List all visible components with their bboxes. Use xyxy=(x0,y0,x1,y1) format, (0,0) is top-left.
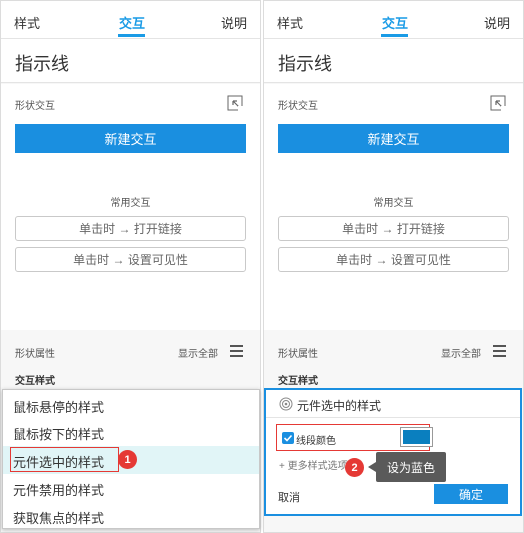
show-all-link[interactable]: 显示全部 xyxy=(178,345,218,360)
shape-interaction-label: 形状交互 xyxy=(15,101,55,112)
color-swatch-fill xyxy=(403,430,430,444)
shape-properties-header: 形状属性 显示全部 xyxy=(1,331,260,361)
new-interaction-button[interactable]: 新建交互 xyxy=(15,124,246,153)
click-open-link-button[interactable]: 单击时 → 打开链接 xyxy=(278,216,509,241)
expand-icon[interactable] xyxy=(227,95,243,111)
click-set-visibility-button[interactable]: 单击时 → 设置可见性 xyxy=(15,247,246,272)
tab-interaction[interactable]: 交互 xyxy=(119,13,145,32)
tab-notes[interactable]: 说明 xyxy=(221,13,247,32)
line-color-checkbox[interactable] xyxy=(282,432,294,444)
menu-icon[interactable] xyxy=(493,345,506,357)
expand-icon[interactable] xyxy=(490,95,506,111)
check-icon xyxy=(283,434,293,442)
click-open-link-button[interactable]: 单击时 → 打开链接 xyxy=(15,216,246,241)
divider xyxy=(266,417,520,418)
shape-interaction-label: 形状交互 xyxy=(278,101,318,112)
confirm-button[interactable]: 确定 xyxy=(434,484,508,504)
interaction-style-label: 交互样式 xyxy=(15,376,55,387)
dropdown-item-hover[interactable]: 鼠标悬停的样式 xyxy=(3,391,259,419)
tab-bar: 样式 交互 说明 xyxy=(1,1,260,39)
click-set-visibility-button[interactable]: 单击时 → 设置可见性 xyxy=(278,247,509,272)
show-all-link[interactable]: 显示全部 xyxy=(441,345,481,360)
active-tab-indicator xyxy=(381,34,408,37)
line-color-swatch[interactable] xyxy=(400,427,433,447)
tooltip-set-blue: 设为蓝色 xyxy=(376,452,446,482)
shape-interaction-section: 形状交互 新建交互 常用交互 单击时 → 打开链接 单击时 → 设置可见性 xyxy=(1,84,260,330)
common-interactions-label: 常用交互 xyxy=(110,198,151,209)
new-interaction-button[interactable]: 新建交互 xyxy=(278,124,509,153)
dropdown-item-focus[interactable]: 获取焦点的样式 xyxy=(3,502,259,530)
page-title: 指示线 xyxy=(264,39,523,83)
shape-properties-header: 形状属性 显示全部 xyxy=(264,331,523,361)
page-title: 指示线 xyxy=(1,39,260,83)
target-icon xyxy=(279,397,293,411)
cancel-button[interactable]: 取消 xyxy=(278,489,300,505)
step-badge-1: 1 xyxy=(118,450,137,469)
common-interactions-label: 常用交互 xyxy=(373,198,414,209)
tab-notes[interactable]: 说明 xyxy=(484,13,510,32)
tooltip-arrow xyxy=(368,462,376,472)
shape-interaction-section: 形状交互 新建交互 常用交互 单击时 → 打开链接 单击时 → 设置可见性 xyxy=(264,84,523,330)
interaction-style-label: 交互样式 xyxy=(278,376,318,387)
dropdown-item-disabled[interactable]: 元件禁用的样式 xyxy=(3,474,259,502)
line-color-label: 线段颜色 xyxy=(296,436,336,447)
tab-interaction[interactable]: 交互 xyxy=(382,13,408,32)
tab-style[interactable]: 样式 xyxy=(277,13,303,32)
dropdown-item-mousedown[interactable]: 鼠标按下的样式 xyxy=(3,418,259,446)
shape-properties-label: 形状属性 xyxy=(15,349,55,360)
active-tab-indicator xyxy=(118,34,145,37)
step-badge-2: 2 xyxy=(345,458,364,477)
more-style-options-link[interactable]: + 更多样式选项 xyxy=(279,457,348,472)
tab-style[interactable]: 样式 xyxy=(14,13,40,32)
shape-properties-label: 形状属性 xyxy=(278,349,318,360)
tab-bar: 样式 交互 说明 xyxy=(264,1,523,39)
annotation-highlight-box xyxy=(10,447,119,472)
menu-icon[interactable] xyxy=(230,345,243,357)
editor-title: 元件选中的样式 xyxy=(297,399,382,413)
